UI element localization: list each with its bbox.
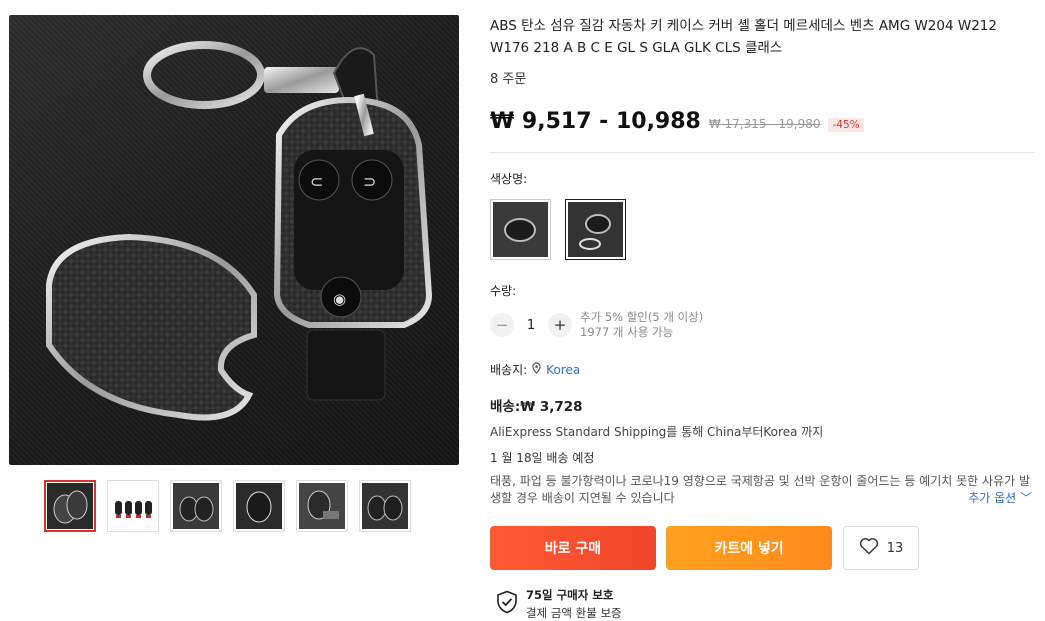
- ship-to-row: 배송지: Korea: [490, 361, 1035, 378]
- wishlist-button[interactable]: 13: [843, 526, 919, 570]
- svg-text:⊂: ⊂: [310, 172, 323, 191]
- thumbnail-5[interactable]: [296, 480, 348, 532]
- quantity-notes: 추가 5% 할인(5 개 이상) 1977 개 사용 가능: [580, 310, 703, 340]
- case-detail-thumbnail-icon: [362, 483, 408, 529]
- product-info: ABS 탄소 섬유 질감 자동차 키 케이스 커버 셸 홀더 메르세데스 벤츠 …: [490, 15, 1035, 621]
- product-title: ABS 탄소 섬유 질감 자동차 키 케이스 커버 셸 홀더 메르세데스 벤츠 …: [490, 18, 997, 56]
- buyer-protection-title: 75일 구매자 보호: [526, 588, 614, 602]
- shipping-notice-text: 태풍, 파업 등 불가항력이나 코로나19 영향으로 국제항공 및 선박 운항이…: [490, 474, 1030, 505]
- thumbnail-6[interactable]: [359, 480, 411, 532]
- svg-text:⊃: ⊃: [363, 172, 376, 191]
- more-options-link[interactable]: 추가 옵션 ﹀: [964, 490, 1032, 507]
- heart-icon: [859, 537, 879, 559]
- key-case-thumbnail-icon: [47, 483, 93, 529]
- shield-check-icon: [496, 590, 518, 618]
- buyer-protection: 75일 구매자 보호 결제 금액 환불 보증: [496, 587, 1035, 621]
- thumbnail-1[interactable]: [44, 480, 96, 532]
- color-option-case[interactable]: [490, 199, 551, 260]
- quantity-minus-button[interactable]: −: [490, 313, 514, 337]
- quantity-value[interactable]: 1: [514, 318, 548, 333]
- color-label: 색상명:: [490, 172, 528, 186]
- thumbnail-4[interactable]: [233, 480, 285, 532]
- svg-text:◉: ◉: [333, 290, 346, 308]
- buyer-protection-text: 75일 구매자 보호 결제 금액 환불 보증: [526, 587, 622, 621]
- quantity-label: 수량:: [490, 284, 517, 298]
- divider: [490, 152, 1035, 153]
- quantity-stepper: − 1 + 추가 5% 할인(5 개 이상) 1977 개 사용 가능: [490, 310, 1035, 340]
- thumbnail-3[interactable]: [170, 480, 222, 532]
- ship-to-label: 배송지:: [490, 363, 528, 377]
- thumbnail-2[interactable]: [107, 480, 159, 532]
- image-thumbnails: [44, 480, 411, 532]
- buy-now-button[interactable]: 바로 구매: [490, 526, 656, 570]
- action-buttons: 바로 구매 카트에 넣기 13: [490, 526, 1035, 570]
- case-angle-thumbnail-icon: [236, 483, 282, 529]
- current-price: ₩ 9,517 - 10,988: [490, 109, 701, 134]
- stock-available-text: 1977 개 사용 가능: [580, 325, 674, 339]
- delivery-estimate: 1 월 18일 배송 예정: [490, 451, 595, 465]
- ship-to-country-link[interactable]: Korea: [546, 363, 580, 377]
- color-option-case-with-ring[interactable]: [565, 199, 626, 260]
- shipping-cost: 배송:₩ 3,728: [490, 399, 583, 415]
- carbon-key-case-illustration: ⊂ ⊃ ◉: [46, 41, 433, 421]
- case-install-thumbnail-icon: [299, 483, 345, 529]
- discount-badge: -45%: [828, 118, 864, 132]
- quantity-plus-button[interactable]: +: [548, 313, 572, 337]
- main-product-image[interactable]: ⊂ ⊃ ◉: [9, 15, 459, 465]
- original-price: ₩ 17,315 - 19,980: [708, 117, 821, 131]
- keys-set-thumbnail-icon: [110, 483, 156, 529]
- shipping-notice: 태풍, 파업 등 불가항력이나 코로나19 영향으로 국제항공 및 선박 운항이…: [490, 473, 1035, 507]
- price-row: ₩ 9,517 - 10,988 ₩ 17,315 - 19,980 -45%: [490, 109, 1035, 134]
- case-ring-swatch-image: [568, 202, 623, 257]
- color-swatches: [490, 199, 1035, 260]
- buyer-protection-subtitle: 결제 금액 환불 보증: [526, 606, 622, 620]
- wishlist-count: 13: [886, 540, 904, 556]
- order-count: 8 주문: [490, 72, 527, 87]
- bulk-discount-text: 추가 5% 할인(5 개 이상): [580, 310, 704, 324]
- shipping-method: AliExpress Standard Shipping를 통해 China부터…: [490, 425, 824, 439]
- add-to-cart-button[interactable]: 카트에 넣기: [666, 526, 832, 570]
- case-swatch-image: [493, 202, 548, 257]
- shells-thumbnail-icon: [173, 483, 219, 529]
- location-pin-icon: [531, 362, 542, 377]
